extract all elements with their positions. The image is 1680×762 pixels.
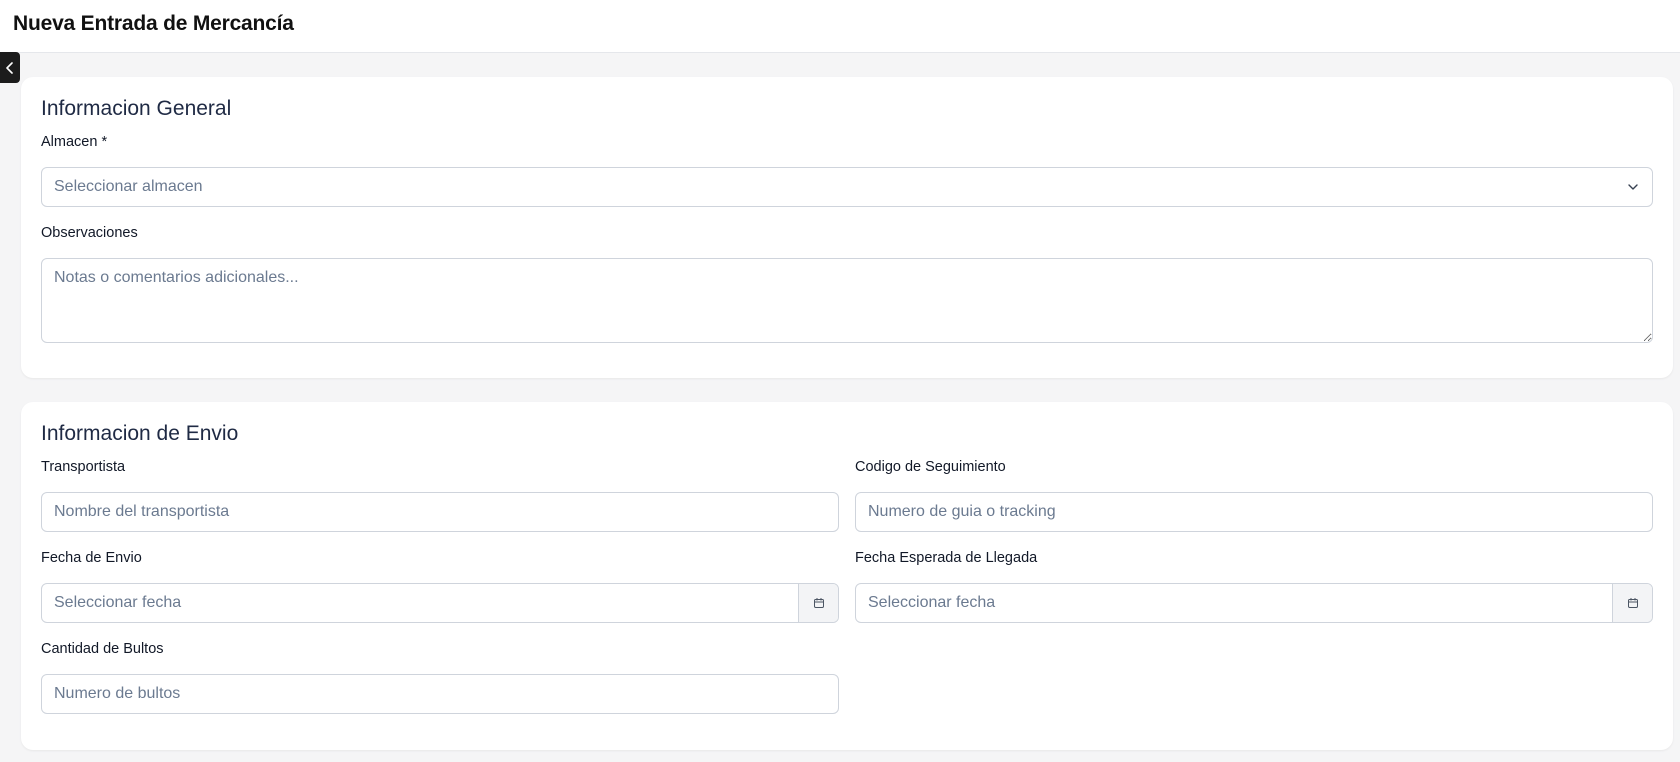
- shipping-info-title: Informacion de Envio: [41, 422, 239, 445]
- calendar-icon: [1627, 598, 1638, 608]
- sidebar-collapse-button[interactable]: [0, 52, 20, 83]
- chevron-left-icon: [6, 61, 13, 74]
- carrier-label: Transportista: [41, 459, 126, 475]
- warehouse-label: Almacen *: [41, 134, 108, 150]
- general-info-card: Informacion General Almacen * Selecciona…: [21, 77, 1673, 378]
- packages-input[interactable]: [41, 674, 839, 714]
- page-title: Nueva Entrada de Mercancía: [13, 12, 294, 35]
- ship-date-input[interactable]: [42, 584, 798, 622]
- calendar-icon: [813, 598, 824, 608]
- eta-calendar-button[interactable]: [1612, 584, 1652, 622]
- shipping-info-card: Informacion de Envio Transportista Codig…: [21, 402, 1673, 750]
- ship-date-picker: [41, 583, 839, 623]
- carrier-input[interactable]: [41, 492, 839, 532]
- general-info-title: Informacion General: [41, 97, 232, 120]
- ship-date-label: Fecha de Envio: [41, 550, 142, 566]
- tracking-input[interactable]: [855, 492, 1653, 532]
- notes-textarea[interactable]: [41, 258, 1653, 343]
- notes-label: Observaciones: [41, 225, 138, 241]
- ship-date-calendar-button[interactable]: [798, 584, 838, 622]
- eta-label: Fecha Esperada de Llegada: [855, 550, 1038, 566]
- packages-label: Cantidad de Bultos: [41, 641, 164, 657]
- warehouse-select-placeholder: Seleccionar almacen: [54, 178, 203, 195]
- tracking-label: Codigo de Seguimiento: [855, 459, 1006, 475]
- chevron-down-icon: [1628, 184, 1638, 190]
- eta-date-picker: [855, 583, 1653, 623]
- top-bar: Nueva Entrada de Mercancía: [0, 0, 1680, 53]
- warehouse-select[interactable]: Seleccionar almacen: [41, 167, 1653, 207]
- eta-date-input[interactable]: [856, 584, 1612, 622]
